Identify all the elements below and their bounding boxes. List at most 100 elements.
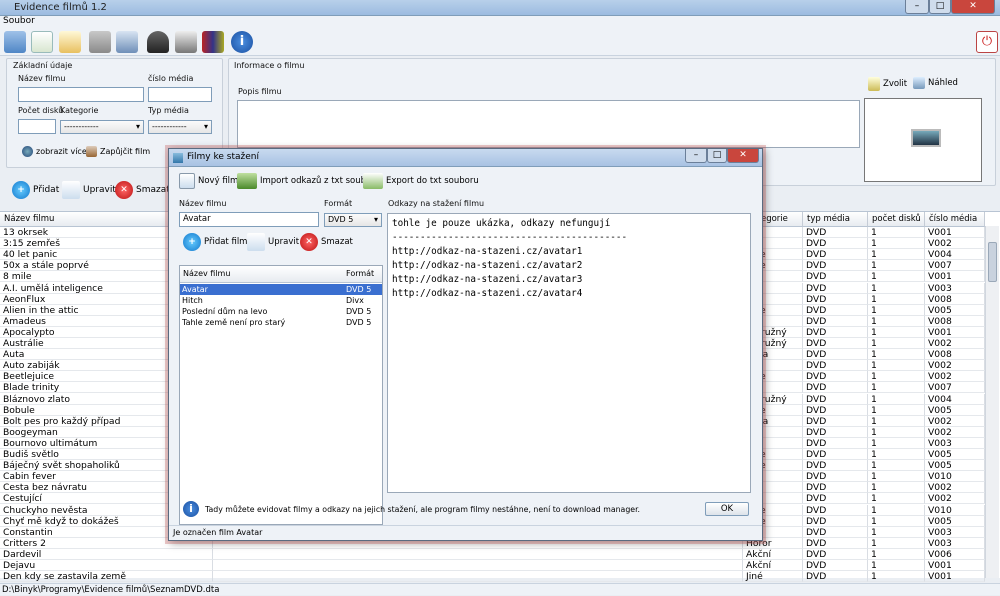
table-cell: DVD bbox=[803, 548, 868, 560]
table-cell: 1 bbox=[868, 449, 925, 460]
menu-soubor[interactable]: Soubor bbox=[3, 16, 35, 26]
table-row[interactable]: Den kdy se zastavila země Jiné DVD 1 V001 bbox=[0, 571, 985, 583]
table-cell: 1 bbox=[868, 227, 925, 238]
table-cell: DVD bbox=[803, 315, 868, 327]
dialog-app-icon bbox=[173, 153, 183, 163]
category-select[interactable]: ------------ bbox=[60, 120, 144, 134]
table-cell: DVD bbox=[803, 537, 868, 549]
info-icon[interactable]: i bbox=[231, 31, 253, 53]
monitor-icon bbox=[911, 129, 941, 147]
dialog-name-input[interactable]: Avatar bbox=[179, 212, 319, 227]
printer-icon[interactable] bbox=[175, 31, 197, 53]
table-cell: 1 bbox=[868, 382, 925, 394]
table-cell: DVD bbox=[803, 271, 868, 283]
link-line: http://odkaz-na-stazeni.cz/avatar1 bbox=[392, 246, 583, 257]
box-icon bbox=[86, 146, 97, 157]
dialog-close-button[interactable]: ✕ bbox=[727, 149, 759, 163]
borrow-film-button[interactable]: Zapůjčit film bbox=[86, 146, 150, 157]
dialog-film-row[interactable]: Tahle země není pro starý DVD 5 bbox=[180, 317, 382, 328]
dialog-title: Filmy ke stažení bbox=[187, 152, 259, 162]
close-button[interactable]: ✕ bbox=[951, 0, 995, 14]
books-icon[interactable] bbox=[202, 31, 224, 53]
table-header-cell[interactable]: číslo média bbox=[925, 212, 985, 227]
table-cell: DVD bbox=[803, 227, 868, 238]
power-off-icon[interactable]: ⏻ bbox=[976, 31, 998, 53]
edit-button[interactable]: Upravit bbox=[62, 181, 116, 199]
new-document-icon[interactable] bbox=[31, 31, 53, 53]
minimize-button[interactable]: – bbox=[905, 0, 929, 14]
dialog-film-row[interactable]: Hitch Divx bbox=[180, 295, 382, 306]
dialog-film-row[interactable]: Avatar DVD 5 bbox=[180, 284, 382, 295]
links-textarea[interactable]: tohle je pouze ukázka, odkazy nefungují -… bbox=[387, 213, 751, 493]
delete-button[interactable]: ✕ Smazat bbox=[115, 181, 170, 199]
table-cell: DVD bbox=[803, 571, 868, 583]
table-cell: V005 bbox=[925, 304, 985, 316]
edit-note-icon[interactable] bbox=[59, 31, 81, 53]
film-name-cell: Hitch bbox=[182, 296, 203, 305]
table-cell: V005 bbox=[925, 404, 985, 416]
preview-button[interactable]: Náhled bbox=[913, 77, 958, 89]
dialog-maximize-button[interactable]: □ bbox=[707, 149, 727, 163]
description-textarea[interactable] bbox=[237, 100, 860, 148]
new-film-button[interactable]: Nový film bbox=[179, 173, 238, 189]
table-cell: 1 bbox=[868, 304, 925, 316]
dialog-name-label: Název filmu bbox=[179, 199, 227, 208]
table-cell: DVD bbox=[803, 393, 868, 405]
vertical-scrollbar[interactable] bbox=[985, 226, 999, 578]
table-row[interactable]: Dardevil Akční DVD 1 V006 bbox=[0, 548, 985, 560]
table-cell: 1 bbox=[868, 282, 925, 294]
ok-button[interactable]: OK bbox=[705, 502, 749, 516]
media-number-label: číslo média bbox=[148, 74, 194, 83]
table-row[interactable]: Dejavu Akční DVD 1 V001 bbox=[0, 560, 985, 571]
table-cell: Akční bbox=[743, 548, 803, 560]
table-cell: 1 bbox=[868, 437, 925, 449]
dialog-title-bar: Filmy ke stažení – □ ✕ bbox=[169, 149, 762, 167]
dialog-edit-button[interactable]: Upravit bbox=[247, 233, 299, 251]
export-txt-button[interactable]: Export do txt souboru bbox=[363, 173, 479, 189]
table-header-cell[interactable]: počet disků bbox=[868, 212, 925, 227]
link-line: http://odkaz-na-stazeni.cz/avatar2 bbox=[392, 260, 583, 271]
edit-icon bbox=[62, 181, 80, 199]
dialog-status-bar: Je označen film Avatar bbox=[169, 525, 762, 540]
paste-icon[interactable] bbox=[116, 31, 138, 53]
table-cell: Dejavu bbox=[0, 560, 213, 571]
table-cell: DVD bbox=[803, 482, 868, 494]
menu-bar: Soubor bbox=[0, 16, 1000, 28]
table-cell: 1 bbox=[868, 393, 925, 405]
film-name-input[interactable] bbox=[18, 87, 144, 102]
table-cell: V008 bbox=[925, 315, 985, 327]
media-number-input[interactable] bbox=[148, 87, 212, 102]
table-cell: 1 bbox=[868, 482, 925, 494]
dialog-delete-button[interactable]: ✕ Smazat bbox=[300, 233, 353, 251]
dialog-add-film-button[interactable]: + Přidat film bbox=[183, 233, 247, 251]
table-cell: V005 bbox=[925, 449, 985, 460]
image-icon bbox=[868, 77, 880, 91]
table-cell: DVD bbox=[803, 249, 868, 261]
discs-input[interactable] bbox=[18, 119, 56, 134]
choose-image-button[interactable]: Zvolit bbox=[868, 77, 907, 91]
table-cell: 1 bbox=[868, 560, 925, 571]
table-cell: V010 bbox=[925, 504, 985, 516]
table-cell: V007 bbox=[925, 260, 985, 272]
table-cell: 1 bbox=[868, 271, 925, 283]
dialog-format-select[interactable]: DVD 5 bbox=[324, 213, 382, 227]
add-button[interactable]: + Přidat bbox=[12, 181, 59, 199]
import-links-button[interactable]: Import odkazů z txt souboru bbox=[237, 173, 380, 189]
dialog-film-row[interactable]: Poslední dům na levo DVD 5 bbox=[180, 306, 382, 317]
maximize-button[interactable]: □ bbox=[929, 0, 951, 14]
media-type-select[interactable]: ------------ bbox=[148, 120, 212, 134]
table-cell: Dardevil bbox=[0, 548, 213, 560]
table-cell: DVD bbox=[803, 471, 868, 483]
table-cell: V003 bbox=[925, 526, 985, 538]
open-folder-icon[interactable] bbox=[4, 31, 26, 53]
show-more-button[interactable]: zobrazit více bbox=[22, 146, 87, 157]
table-cell: DVD bbox=[803, 404, 868, 416]
info-circle-icon: i bbox=[183, 501, 199, 517]
table-header-cell[interactable]: typ média bbox=[803, 212, 868, 227]
dialog-minimize-button[interactable]: – bbox=[685, 149, 707, 163]
clipboard-icon[interactable] bbox=[89, 31, 111, 53]
users-icon[interactable] bbox=[147, 31, 169, 53]
scrollbar-thumb[interactable] bbox=[988, 242, 997, 282]
dialog-table-header: Název filmu Formát bbox=[180, 266, 382, 283]
delete-x-icon: ✕ bbox=[115, 181, 133, 199]
